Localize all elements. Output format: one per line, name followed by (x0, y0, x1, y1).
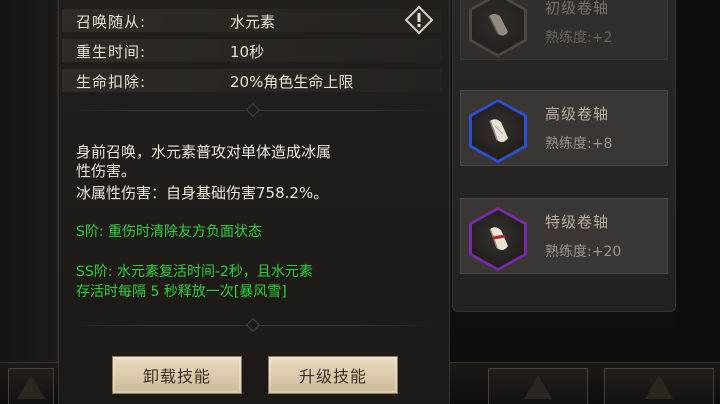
stat-label-respawn: 重生时间: (76, 43, 147, 61)
tab-emblem-icon (17, 375, 45, 399)
scroll-icon (488, 14, 508, 36)
left-frame (0, 0, 58, 404)
ss-tier-bonus-line: 存活时每隔 5 秒释放一次[暴风雪] (76, 284, 287, 300)
scroll-card-special[interactable]: 特级卷轴 熟练度:+20 (460, 198, 668, 274)
tab-emblem-icon (645, 375, 673, 399)
tab-emblem-icon (524, 375, 552, 399)
bottom-tab-2[interactable] (488, 368, 588, 404)
scroll-title: 特级卷轴 (545, 213, 610, 231)
scroll-proficiency: 熟练度:+8 (545, 136, 613, 152)
scroll-title: 高级卷轴 (545, 105, 610, 123)
scroll-icon (489, 119, 508, 143)
skill-description-line: 性伤害。 (76, 162, 137, 180)
skill-damage-line: 冰属性伤害：自身基础伤害758.2%。 (76, 184, 329, 202)
scroll-icon (489, 227, 508, 251)
scroll-icon-frame (469, 99, 527, 163)
scroll-title: 初级卷轴 (545, 0, 610, 17)
info-warning-icon[interactable] (404, 5, 434, 35)
right-edge (676, 0, 720, 404)
ss-tier-bonus-line: SS阶: 水元素复活时间-2秒，且水元素 (76, 264, 313, 280)
stat-label-summon: 召唤随从: (76, 13, 147, 31)
scroll-card-basic[interactable]: 初级卷轴 熟练度:+2 (460, 0, 668, 60)
scroll-icon-frame (469, 207, 527, 271)
stat-value-summon: 水元素 (230, 13, 276, 31)
stat-label-hp-cost: 生命扣除: (76, 73, 147, 91)
stat-value-respawn: 10秒 (230, 43, 265, 61)
unload-skill-button[interactable]: 卸载技能 (112, 356, 242, 394)
bottom-tab-1[interactable] (8, 368, 54, 404)
bottom-tab-3[interactable] (604, 368, 714, 404)
upgrade-skill-button[interactable]: 升级技能 (268, 356, 398, 394)
scroll-proficiency: 熟练度:+2 (545, 30, 613, 46)
scroll-card-advanced[interactable]: 高级卷轴 熟练度:+8 (460, 90, 668, 166)
s-tier-bonus: S阶: 重伤时清除友方负面状态 (76, 224, 263, 240)
stat-value-hp-cost: 20%角色生命上限 (230, 73, 354, 91)
scroll-proficiency: 熟练度:+20 (545, 244, 622, 260)
skill-description-line: 身前召唤，水元素普攻对单体造成冰属 (76, 143, 332, 161)
scroll-icon-frame (469, 0, 527, 57)
